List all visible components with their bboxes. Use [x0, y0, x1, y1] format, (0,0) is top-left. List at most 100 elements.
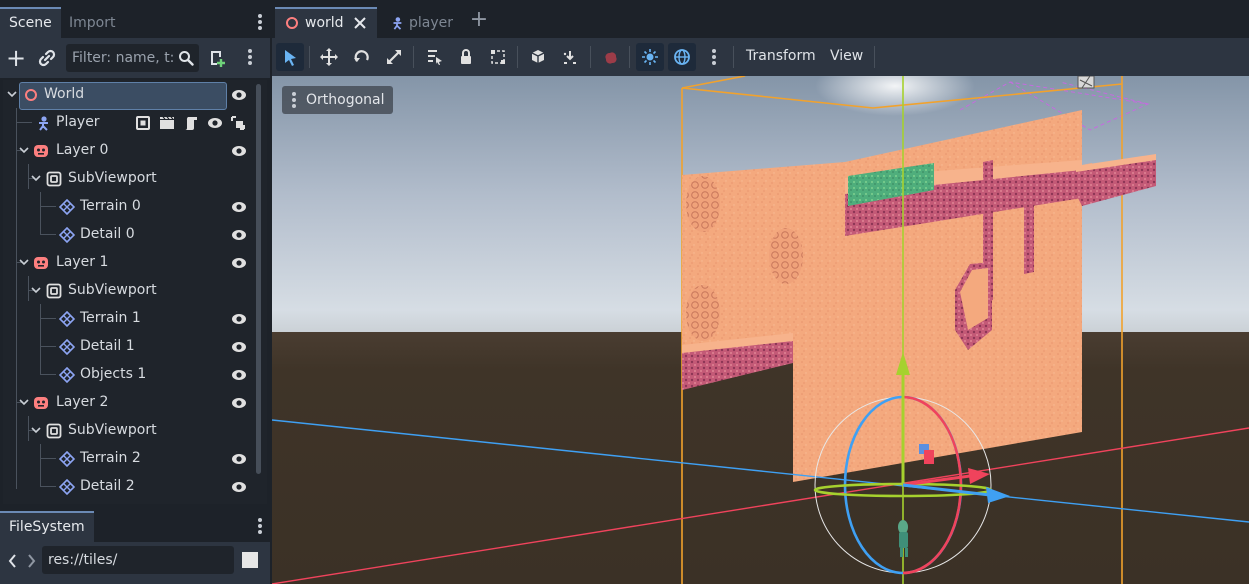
scene-toolbar-menu-icon[interactable]	[242, 47, 258, 67]
visibility-eye-icon[interactable]	[207, 116, 223, 130]
scale-mode-button[interactable]	[380, 43, 408, 71]
close-icon[interactable]	[354, 17, 366, 29]
tilemap-icon	[59, 367, 75, 383]
tilemap-icon	[59, 227, 75, 243]
tree-item-layer-1[interactable]: Layer 1	[3, 249, 267, 277]
visibility-eye-icon[interactable]	[231, 340, 247, 354]
tree-item-layer-2[interactable]: Layer 2	[3, 389, 267, 417]
toggle-sun-button[interactable]	[636, 43, 664, 71]
left-dock: Scene Import + Filter: name, t:t World P…	[0, 0, 272, 584]
toggle-environment-button[interactable]	[668, 43, 696, 71]
search-icon	[178, 50, 194, 66]
projection-menu-icon	[286, 90, 302, 110]
tilemap-icon	[59, 339, 75, 355]
tree-item-world[interactable]: World	[3, 81, 267, 110]
visibility-eye-icon[interactable]	[231, 452, 247, 466]
snap-object-button[interactable]	[524, 43, 552, 71]
chevron-down-icon[interactable]	[7, 89, 17, 99]
clapboard-icon[interactable]	[159, 116, 175, 130]
cube-icon	[531, 50, 545, 63]
chevron-down-icon[interactable]	[19, 145, 29, 155]
add-node-icon[interactable]: +	[5, 46, 27, 70]
environment-menu-icon[interactable]	[706, 47, 722, 67]
visibility-eye-icon[interactable]	[231, 396, 247, 410]
scene-dock-menu-icon[interactable]	[252, 12, 268, 32]
tree-item-label: Detail 2	[80, 478, 135, 494]
tree-item-terrain-2[interactable]: Terrain 2	[3, 445, 267, 473]
scene-tab-label: player	[409, 15, 454, 31]
chevron-down-icon[interactable]	[31, 425, 41, 435]
tree-item-detail-0[interactable]: Detail 0	[3, 221, 267, 249]
scene-tab-player[interactable]: player	[384, 9, 464, 38]
tree-item-subviewport-0[interactable]: SubViewport	[3, 165, 267, 193]
tab-scene[interactable]: Scene	[0, 7, 61, 38]
visibility-eye-icon[interactable]	[231, 256, 247, 270]
add-scene-tab-icon[interactable]: +	[469, 9, 489, 31]
chevron-down-icon[interactable]	[19, 257, 29, 267]
filesystem-menu-icon[interactable]	[252, 516, 268, 536]
view-menu[interactable]: View	[830, 48, 863, 64]
tree-item-terrain-0[interactable]: Terrain 0	[3, 193, 267, 221]
chevron-down-icon[interactable]	[31, 173, 41, 183]
tree-scrollbar[interactable]	[256, 84, 261, 474]
tab-import[interactable]: Import	[60, 9, 124, 38]
tree-item-subviewport-2[interactable]: SubViewport	[3, 417, 267, 445]
pointer-icon	[285, 50, 296, 66]
tree-item-layer-0[interactable]: Layer 0	[3, 137, 267, 165]
tree-item-detail-1[interactable]: Detail 1	[3, 333, 267, 361]
tree-item-objects-1[interactable]: Objects 1	[3, 361, 267, 389]
tree-item-player[interactable]: Player	[3, 109, 267, 137]
tree-item-label: Layer 1	[56, 254, 109, 270]
rotate-mode-button[interactable]	[348, 43, 376, 71]
scene-dock-tabbar: Scene Import	[0, 0, 270, 38]
character-icon	[39, 116, 48, 131]
projection-label: Orthogonal	[306, 92, 385, 108]
layer-icon	[34, 257, 48, 269]
visibility-eye-icon[interactable]	[231, 228, 247, 242]
scene-tab-world[interactable]: world	[275, 7, 377, 38]
rotate-icon	[354, 50, 369, 62]
scale-icon	[387, 50, 401, 64]
visibility-eye-icon[interactable]	[231, 88, 247, 102]
lock-button[interactable]	[452, 43, 480, 71]
script-icon[interactable]	[184, 116, 198, 130]
split-mode-icon[interactable]	[242, 552, 258, 568]
viewport-3d[interactable]: Orthogonal	[272, 76, 1249, 584]
chevron-down-icon[interactable]	[31, 285, 41, 295]
visibility-eye-icon[interactable]	[231, 480, 247, 494]
tree-item-terrain-1[interactable]: Terrain 1	[3, 305, 267, 333]
tree-item-label: World	[44, 86, 85, 102]
back-arrow-icon[interactable]	[8, 553, 18, 569]
visibility-eye-icon[interactable]	[231, 200, 247, 214]
visibility-eye-icon[interactable]	[231, 312, 247, 326]
filter-input[interactable]	[72, 44, 174, 72]
subviewport-icon	[46, 423, 62, 439]
list-select-button[interactable]	[420, 43, 448, 71]
projection-menu-button[interactable]: Orthogonal	[282, 86, 393, 114]
move-mode-button[interactable]	[315, 43, 343, 71]
layer-icon	[34, 145, 48, 157]
tree-item-label: Player	[56, 114, 100, 130]
node3d-icon	[286, 17, 298, 29]
preview-camera-button[interactable]	[596, 43, 624, 71]
select-mode-button[interactable]	[276, 43, 304, 71]
open-scene-icon[interactable]	[136, 116, 150, 130]
tree-item-detail-2[interactable]: Detail 2	[3, 473, 267, 501]
group-button[interactable]	[484, 43, 512, 71]
instance-scene-icon[interactable]	[36, 47, 58, 69]
attach-script-icon[interactable]	[206, 47, 228, 69]
snap-ground-button[interactable]	[556, 43, 584, 71]
camera-gizmo-icon[interactable]	[1077, 76, 1095, 89]
node3d-icon	[25, 89, 37, 101]
visibility-eye-icon[interactable]	[231, 144, 247, 158]
pivot-icon[interactable]	[231, 116, 245, 130]
tree-item-subviewport-1[interactable]: SubViewport	[3, 277, 267, 305]
filesystem-path-field[interactable]: res://tiles/	[42, 546, 234, 574]
tilemap-icon	[59, 199, 75, 215]
list-select-icon	[428, 50, 442, 65]
transform-menu[interactable]: Transform	[746, 48, 816, 64]
chevron-down-icon[interactable]	[19, 397, 29, 407]
tab-filesystem[interactable]: FileSystem	[0, 511, 94, 542]
visibility-eye-icon[interactable]	[231, 368, 247, 382]
forward-arrow-icon[interactable]	[26, 553, 36, 569]
